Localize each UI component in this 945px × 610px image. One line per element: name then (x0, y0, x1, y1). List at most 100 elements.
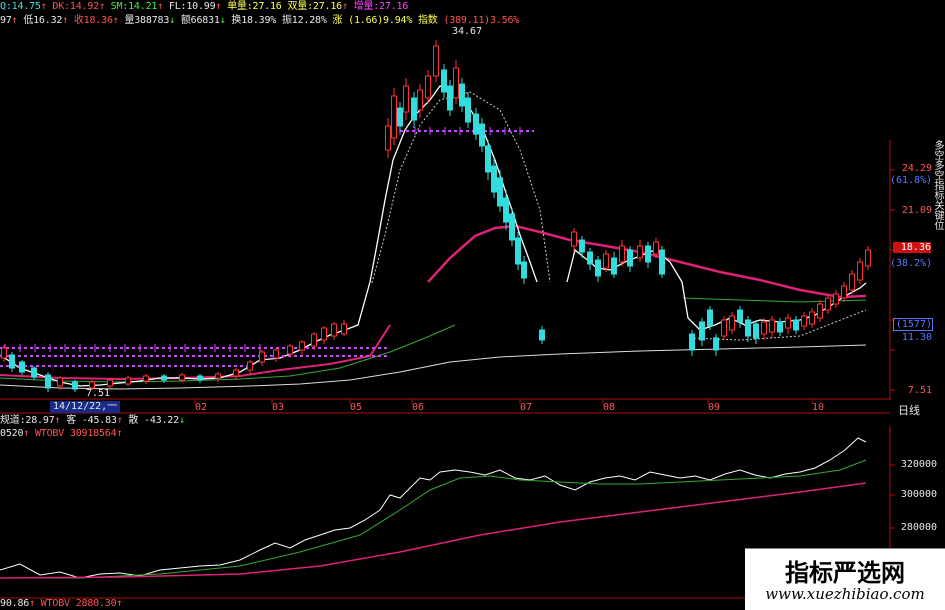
candle-up (143, 375, 149, 382)
candle-up (179, 374, 185, 381)
candle-up (603, 253, 609, 269)
axis-volume-badge: (1577) (893, 318, 933, 331)
indicator-1-segment: ↓ (178, 415, 185, 426)
candle-up (857, 261, 863, 281)
indicator-1-segment: 规道:28.97 (0, 415, 55, 426)
candle-up (865, 249, 871, 267)
kline-chart[interactable] (0, 0, 945, 609)
candle-up (215, 373, 221, 379)
candle-up (287, 345, 293, 355)
candle-down (447, 85, 453, 111)
candle-down (497, 177, 503, 207)
price-axis-ticks (890, 169, 895, 391)
candle-up (125, 377, 131, 385)
month-label-06: 06 (412, 402, 425, 413)
candle-down (707, 309, 713, 327)
candle-down (509, 213, 515, 241)
candle-down (587, 251, 593, 265)
axis-price-11-30: 11.30 (901, 332, 932, 343)
indicator-info-line-3: 90.86↑ WTOBV 2880.30↑ (0, 598, 122, 609)
obv-line (0, 437, 867, 579)
candle-down (503, 197, 509, 223)
candle-down (689, 333, 695, 351)
candle-up (391, 95, 397, 139)
axis-fib-38-2: (38.2%) (890, 258, 933, 269)
candle-down (611, 257, 617, 275)
candle-down (19, 361, 25, 373)
candle-down (659, 249, 665, 275)
candle-up (299, 341, 305, 351)
month-label-03: 03 (272, 402, 285, 413)
indicator-info-line-2: 0520↑ WTOBV 30918564↑ (0, 428, 122, 440)
candle-down (595, 259, 601, 277)
indicator-2-segment: 0520 (0, 428, 24, 439)
candle-up (259, 351, 265, 363)
month-label-07: 07 (520, 402, 533, 413)
candle-down (737, 309, 743, 323)
candle-down (753, 323, 759, 339)
candle-down (45, 374, 51, 389)
candle-down (397, 107, 403, 127)
indicator-2-segment: ↑ (116, 428, 123, 439)
obv-axis-300000: 300000 (900, 489, 937, 500)
candle-down (485, 145, 491, 173)
indicator-2-segment: ↑ (23, 428, 30, 439)
candle-up (833, 293, 839, 305)
candle-up (57, 377, 63, 387)
candle-down (9, 354, 15, 369)
indicator-3-segment: ↑ (116, 598, 123, 609)
candle-up (817, 303, 823, 319)
site-watermark: 指标严选网 www.xuezhibiao.com (745, 548, 945, 610)
candle-down (479, 123, 485, 147)
candle-up (571, 231, 577, 247)
indicator-3-segment: 90.86 (0, 598, 30, 609)
candle-up (453, 67, 459, 99)
candle-up (1, 347, 7, 359)
month-label-02: 02 (195, 402, 208, 413)
candle-down (777, 321, 783, 333)
axis-current-price-badge: 18.36 (893, 242, 931, 253)
axis-fib-61-8: (61.8%) (890, 175, 933, 186)
candle-down (197, 375, 203, 381)
candle-up (769, 319, 775, 333)
indicator-3-segment: WTOBV 2880.30 (40, 598, 117, 609)
candle-up (849, 273, 855, 291)
candle-up (247, 361, 253, 371)
candle-down (491, 165, 497, 193)
cursor-date-box: 14/12/22,一 (50, 401, 121, 413)
candle-up (403, 85, 409, 113)
candle-down (539, 329, 545, 341)
candle-down (72, 381, 78, 390)
candle-down (459, 83, 465, 107)
candle-up (721, 319, 727, 337)
candle-down (521, 261, 527, 279)
candle-down (579, 239, 585, 253)
candlesticks (1, 40, 871, 392)
candle-up (637, 245, 643, 259)
period-selector[interactable]: 日线 (898, 402, 920, 418)
indicator-1-segment: ↑ (116, 415, 123, 426)
candle-up (425, 75, 431, 99)
candle-up (107, 379, 113, 387)
obv-axis-320000: 320000 (900, 459, 937, 470)
candle-down (441, 69, 447, 93)
candle-up (801, 315, 807, 327)
candle-up (233, 369, 239, 377)
marker-crosses (4, 127, 521, 352)
indicator-1-segment: 客 -45.83 (66, 415, 117, 426)
support-marker-levels (0, 130, 534, 367)
candle-down (465, 97, 471, 123)
peak-price-label: 34.67 (452, 26, 483, 37)
candle-down (411, 97, 417, 121)
candle-up (619, 245, 625, 263)
candle-up (321, 327, 327, 341)
candle-up (785, 317, 791, 329)
candle-up (385, 125, 391, 151)
month-label-09: 09 (708, 402, 721, 413)
month-label-10: 10 (812, 402, 825, 413)
candle-down (645, 245, 651, 263)
candle-up (809, 311, 815, 325)
candle-up (433, 45, 439, 77)
candle-down (515, 237, 521, 265)
watermark-title: 指标严选网 (785, 559, 905, 587)
